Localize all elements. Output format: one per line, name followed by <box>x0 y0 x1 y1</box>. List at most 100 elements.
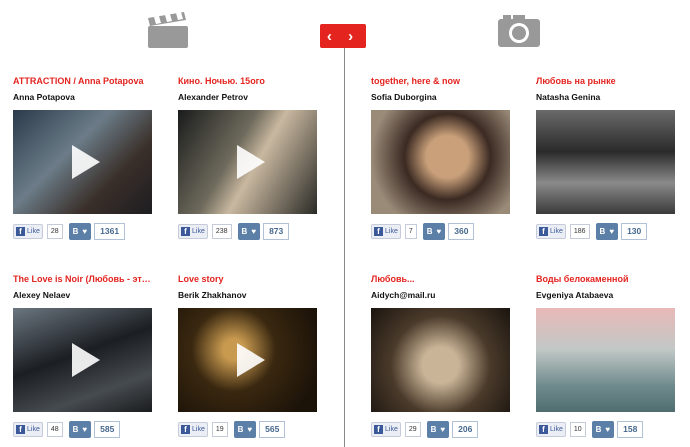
card-author: Berik Zhakhanov <box>178 290 247 300</box>
vk-like-button[interactable]: B ♥ <box>237 223 261 240</box>
card-author: Anna Potapova <box>13 92 75 102</box>
social-bar: f Like 19 B ♥ 565 <box>178 421 286 438</box>
card-title-link[interactable]: Любовь... <box>371 274 511 285</box>
card-author: Sofia Duborgina <box>371 92 437 102</box>
facebook-like-button[interactable]: f Like <box>371 422 401 437</box>
card-thumbnail[interactable] <box>371 308 510 412</box>
facebook-like-button[interactable]: f Like <box>13 224 43 239</box>
vk-icon: B <box>241 227 248 236</box>
vk-like-button[interactable]: B ♥ <box>422 223 446 240</box>
social-bar: f Like 28 B ♥ 1361 <box>13 223 126 240</box>
vk-like-count: 360 <box>448 223 475 240</box>
facebook-like-label: Like <box>550 426 563 433</box>
media-card: Любовь... Aidych@mail.ru f Like 29 B ♥ 2… <box>371 274 511 438</box>
vk-like-button[interactable]: B ♥ <box>595 223 619 240</box>
facebook-like-count: 10 <box>569 422 586 437</box>
card-thumbnail[interactable] <box>536 308 675 412</box>
facebook-like-button[interactable]: f Like <box>536 422 566 437</box>
play-icon[interactable] <box>71 145 100 179</box>
vk-like-button[interactable]: B ♥ <box>591 421 615 438</box>
card-author: Natasha Genina <box>536 92 601 102</box>
card-thumbnail[interactable] <box>178 308 317 412</box>
card-title-link[interactable]: Love story <box>178 274 318 285</box>
media-card: The Love is Noir (Любовь - это н... Alex… <box>13 274 153 438</box>
card-thumbnail[interactable] <box>371 110 510 214</box>
vk-like-button[interactable]: B ♥ <box>426 421 450 438</box>
social-bar: f Like 29 B ♥ 206 <box>371 421 479 438</box>
card-title-link[interactable]: together, here & now <box>371 76 511 87</box>
facebook-like-label: Like <box>385 426 398 433</box>
media-card: ATTRACTION / Anna Potapova Anna Potapova… <box>13 76 153 240</box>
vk-like-button[interactable]: B ♥ <box>68 421 92 438</box>
view-toggle-button[interactable]: ‹ › <box>320 24 366 48</box>
facebook-icon: f <box>181 425 190 434</box>
vk-like-button[interactable]: B ♥ <box>68 223 92 240</box>
card-title-link[interactable]: Воды белокаменной <box>536 274 676 285</box>
facebook-like-count: 19 <box>211 422 228 437</box>
play-icon[interactable] <box>236 145 265 179</box>
social-bar: f Like 48 B ♥ 585 <box>13 421 121 438</box>
social-bar: f Like 238 B ♥ 873 <box>178 223 290 240</box>
clapperboard-icon <box>148 12 188 48</box>
card-title-link[interactable]: The Love is Noir (Любовь - это н... <box>13 274 153 285</box>
media-card: Love story Berik Zhakhanov f Like 19 B ♥… <box>178 274 318 438</box>
vk-like-button[interactable]: B ♥ <box>233 421 257 438</box>
card-thumbnail[interactable] <box>178 110 317 214</box>
play-icon[interactable] <box>236 343 265 377</box>
facebook-icon: f <box>16 425 25 434</box>
facebook-like-label: Like <box>27 426 40 433</box>
social-bar: f Like 7 B ♥ 360 <box>371 223 475 240</box>
social-bar: f Like 186 B ♥ 130 <box>536 223 648 240</box>
facebook-icon: f <box>16 227 25 236</box>
facebook-like-button[interactable]: f Like <box>371 224 401 239</box>
vk-like-count: 206 <box>452 421 479 438</box>
heart-icon: ♥ <box>436 227 442 236</box>
facebook-like-count: 29 <box>404 422 421 437</box>
heart-icon: ♥ <box>251 227 257 236</box>
vk-like-count: 1361 <box>94 223 126 240</box>
card-thumbnail[interactable] <box>13 308 152 412</box>
facebook-like-button[interactable]: f Like <box>536 224 566 239</box>
vk-icon: B <box>72 227 79 236</box>
column-divider <box>344 48 345 447</box>
card-author: Alexey Nelaev <box>13 290 71 300</box>
heart-icon: ♥ <box>609 227 615 236</box>
facebook-like-button[interactable]: f Like <box>13 422 43 437</box>
heart-icon: ♥ <box>605 425 611 434</box>
card-title-link[interactable]: Кино. Ночью. 15ого <box>178 76 318 87</box>
facebook-icon: f <box>539 227 548 236</box>
facebook-like-count: 28 <box>46 224 63 239</box>
vk-icon: B <box>72 425 79 434</box>
vk-icon: B <box>430 425 437 434</box>
facebook-like-label: Like <box>385 228 398 235</box>
vk-like-count: 585 <box>94 421 121 438</box>
card-author: Alexander Petrov <box>178 92 248 102</box>
card-title-link[interactable]: ATTRACTION / Anna Potapova <box>13 76 153 87</box>
card-author: Evgeniya Atabaeva <box>536 290 614 300</box>
facebook-like-count: 186 <box>569 224 590 239</box>
vk-like-count: 158 <box>617 421 644 438</box>
heart-icon: ♥ <box>82 227 88 236</box>
heart-icon: ♥ <box>247 425 253 434</box>
media-card: together, here & now Sofia Duborgina f L… <box>371 76 511 240</box>
facebook-like-label: Like <box>550 228 563 235</box>
camera-icon <box>498 15 540 47</box>
card-author: Aidych@mail.ru <box>371 290 436 300</box>
facebook-icon: f <box>539 425 548 434</box>
vk-like-count: 873 <box>263 223 290 240</box>
facebook-like-label: Like <box>27 228 40 235</box>
media-card: Воды белокаменной Evgeniya Atabaeva f Li… <box>536 274 676 438</box>
facebook-like-button[interactable]: f Like <box>178 422 208 437</box>
card-thumbnail[interactable] <box>13 110 152 214</box>
facebook-like-count: 238 <box>211 224 232 239</box>
vk-icon: B <box>595 425 602 434</box>
facebook-icon: f <box>374 227 383 236</box>
heart-icon: ♥ <box>82 425 88 434</box>
play-icon[interactable] <box>71 343 100 377</box>
facebook-icon: f <box>374 425 383 434</box>
facebook-like-count: 7 <box>404 224 417 239</box>
card-title-link[interactable]: Любовь на рынке <box>536 76 676 87</box>
social-bar: f Like 10 B ♥ 158 <box>536 421 644 438</box>
card-thumbnail[interactable] <box>536 110 675 214</box>
facebook-like-button[interactable]: f Like <box>178 224 208 239</box>
